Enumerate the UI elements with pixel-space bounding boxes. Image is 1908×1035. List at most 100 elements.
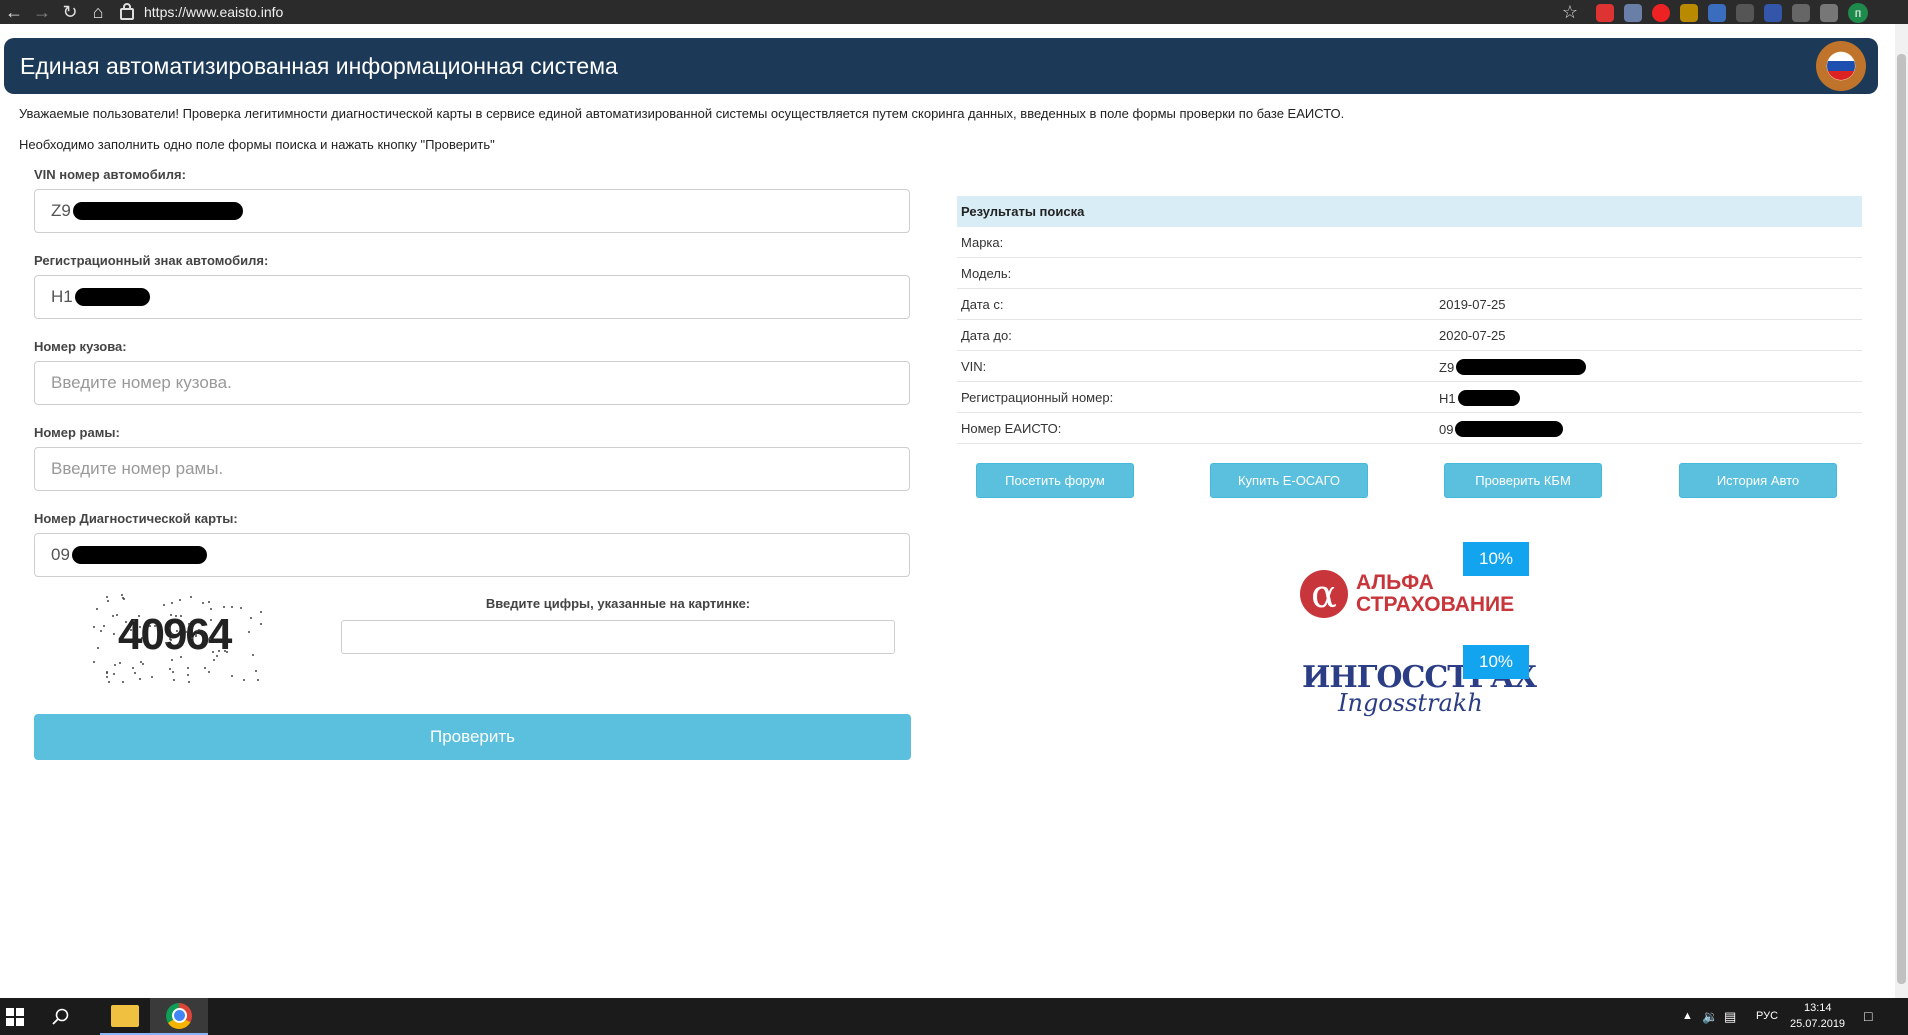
extension-icon[interactable] xyxy=(1680,3,1698,22)
chrome-icon[interactable] xyxy=(150,998,208,1035)
extension-icon[interactable] xyxy=(1596,3,1614,22)
lock-icon xyxy=(120,3,134,20)
windows-taskbar: ▲ 🔉 ▤ РУС 13:14 25.07.2019 □ xyxy=(0,998,1908,1035)
network-icon[interactable]: ▤ xyxy=(1724,1009,1736,1025)
captcha-noise-dot xyxy=(248,631,250,633)
address-bar[interactable]: https://www.eaisto.info xyxy=(120,3,284,20)
result-row-date-from: Дата с: 2019-07-25 xyxy=(957,289,1862,320)
clock-date[interactable]: 25.07.2019 xyxy=(1790,1018,1845,1030)
redaction-mark xyxy=(71,546,207,564)
url-text: https://www.eaisto.info xyxy=(144,4,284,20)
extension-icon[interactable] xyxy=(1708,3,1726,22)
captcha-noise-dot xyxy=(108,681,110,683)
volume-icon[interactable]: 🔉 xyxy=(1702,1009,1718,1025)
profile-avatar[interactable]: п xyxy=(1848,2,1868,23)
vin-label: VIN номер автомобиля: xyxy=(34,167,186,182)
frame-number-input[interactable] xyxy=(34,447,910,491)
reload-icon[interactable]: ↻ xyxy=(56,0,84,24)
home-icon[interactable]: ⌂ xyxy=(84,0,112,24)
captcha-noise-dot xyxy=(240,607,242,609)
redaction-mark xyxy=(72,202,243,220)
reg-label: Регистрационный знак автомобиля: xyxy=(34,253,269,268)
captcha-noise-dot xyxy=(231,675,233,677)
captcha-noise-dot xyxy=(122,681,124,683)
emblem-logo xyxy=(1816,41,1866,91)
visit-forum-button[interactable]: Посетить форум xyxy=(976,463,1134,498)
body-number-input[interactable] xyxy=(34,361,910,405)
russian-flag-icon xyxy=(1827,52,1855,80)
forward-icon[interactable]: → xyxy=(28,0,56,24)
file-explorer-icon[interactable] xyxy=(100,998,150,1035)
result-vin-value: Z9 xyxy=(1439,359,1455,375)
extension-icon[interactable] xyxy=(1624,3,1642,22)
check-button[interactable]: Проверить xyxy=(34,714,911,760)
captcha-noise-dot xyxy=(138,615,140,617)
tray-chevron-icon[interactable]: ▲ xyxy=(1682,1010,1693,1022)
extension-icon[interactable] xyxy=(1736,3,1754,22)
captcha-noise-dot xyxy=(172,671,174,673)
captcha-noise-dot xyxy=(141,637,143,639)
search-icon[interactable] xyxy=(44,998,78,1035)
captcha-noise-dot xyxy=(113,633,115,635)
result-reg-value: Н1 xyxy=(1439,390,1456,406)
body-label: Номер кузова: xyxy=(34,339,127,354)
bookmark-star-icon[interactable]: ☆ xyxy=(1562,2,1578,23)
site-header: Единая автоматизированная информационная… xyxy=(4,38,1878,94)
captcha-noise-dot xyxy=(100,630,102,632)
captcha-noise-dot xyxy=(113,673,115,675)
car-history-button[interactable]: История Авто xyxy=(1679,463,1837,498)
captcha-noise-dot xyxy=(142,663,144,665)
vin-input[interactable]: Z9 xyxy=(34,189,910,233)
captcha-noise-dot xyxy=(178,643,180,645)
captcha-noise-dot xyxy=(213,659,215,661)
captcha-noise-dot xyxy=(208,601,210,603)
result-key: VIN: xyxy=(961,359,987,374)
captcha-noise-dot xyxy=(188,681,190,683)
buy-osago-button[interactable]: Купить Е-ОСАГО xyxy=(1210,463,1368,498)
captcha-noise-dot xyxy=(210,608,212,610)
extension-icon[interactable] xyxy=(1820,3,1838,22)
back-icon[interactable]: ← xyxy=(0,0,28,24)
captcha-noise-dot xyxy=(257,679,259,681)
alfa-name: АЛЬФА СТРАХОВАНИЕ xyxy=(1356,572,1514,616)
captcha-noise-dot xyxy=(190,596,192,598)
card-label: Номер Диагностической карты: xyxy=(34,511,238,526)
extension-icon[interactable] xyxy=(1764,3,1782,22)
extension-icon[interactable] xyxy=(1652,3,1670,22)
captcha-noise-dot xyxy=(119,662,121,664)
clock-time[interactable]: 13:14 xyxy=(1804,1002,1832,1014)
extension-icon[interactable] xyxy=(1792,3,1810,22)
captcha-noise-dot xyxy=(202,602,204,604)
captcha-noise-dot xyxy=(93,661,95,663)
captcha-image: 40964 xyxy=(92,594,270,684)
result-row-vin: VIN: Z9 xyxy=(957,351,1862,382)
captcha-noise-dot xyxy=(121,594,123,596)
result-value: 2020-07-25 xyxy=(1439,328,1506,343)
alfa-line-2: СТРАХОВАНИЕ xyxy=(1356,593,1515,616)
captcha-noise-dot xyxy=(226,651,228,653)
result-row-model: Модель: xyxy=(957,258,1862,289)
diag-card-input[interactable]: 09 xyxy=(34,533,910,577)
captcha-noise-dot xyxy=(114,664,116,666)
start-button[interactable] xyxy=(0,998,30,1035)
card-value: 09 xyxy=(51,545,70,564)
captcha-noise-dot xyxy=(106,596,108,598)
captcha-noise-dot xyxy=(122,597,124,599)
notice-line-2: Необходимо заполнить одно поле формы пои… xyxy=(19,137,495,152)
captcha-noise-dot xyxy=(231,606,233,608)
captcha-noise-dot xyxy=(243,679,245,681)
page-scrollbar[interactable] xyxy=(1895,24,1908,998)
captcha-noise-dot xyxy=(173,679,175,681)
check-kbm-button[interactable]: Проверить КБМ xyxy=(1444,463,1602,498)
captcha-noise-dot xyxy=(188,623,190,625)
captcha-noise-dot xyxy=(107,600,109,602)
captcha-label: Введите цифры, указанные на картинке: xyxy=(485,596,751,611)
scrollbar-thumb[interactable] xyxy=(1897,54,1906,984)
captcha-noise-dot xyxy=(187,667,189,669)
captcha-noise-dot xyxy=(139,678,141,680)
captcha-noise-dot xyxy=(187,674,189,676)
reg-number-input[interactable]: Н1 xyxy=(34,275,910,319)
notifications-icon[interactable]: □ xyxy=(1864,1008,1872,1024)
captcha-input[interactable] xyxy=(341,620,895,654)
language-indicator[interactable]: РУС xyxy=(1756,1010,1778,1022)
